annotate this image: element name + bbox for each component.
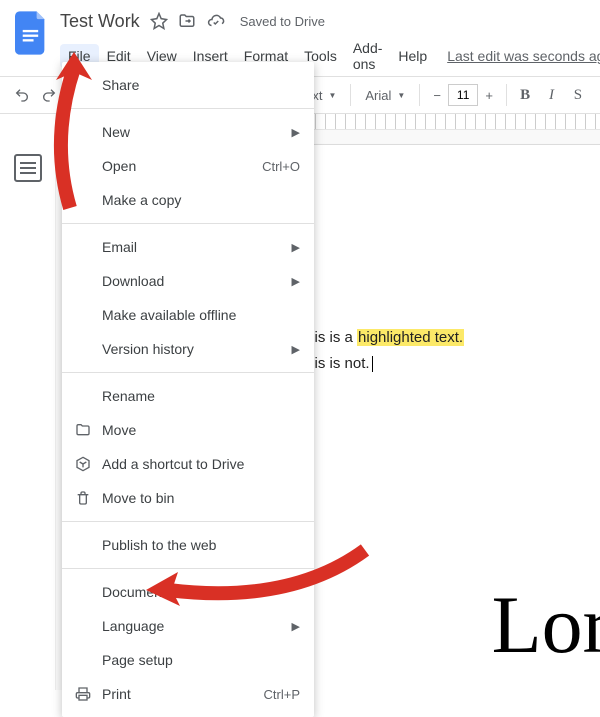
shortcut-icon — [74, 455, 92, 473]
menu-share[interactable]: Share — [62, 68, 314, 102]
font-size-input[interactable] — [448, 84, 478, 106]
separator — [62, 108, 314, 109]
cloud-saved-icon[interactable] — [206, 12, 226, 30]
docs-logo[interactable] — [12, 8, 52, 58]
menu-page-setup[interactable]: Page setup — [62, 643, 314, 677]
chevron-right-icon: ▶ — [292, 275, 300, 288]
menu-print[interactable]: PrintCtrl+P — [62, 677, 314, 711]
menu-move-to-bin[interactable]: Move to bin — [62, 481, 314, 515]
move-icon — [74, 421, 92, 439]
font-select[interactable]: Arial ▼ — [357, 88, 413, 103]
menu-add-shortcut[interactable]: Add a shortcut to Drive — [62, 447, 314, 481]
chevron-right-icon: ▶ — [292, 620, 300, 633]
move-folder-icon[interactable] — [178, 12, 196, 30]
watermark-text: Lor — [492, 584, 600, 666]
left-rail — [0, 114, 56, 690]
font-label: Arial — [365, 88, 391, 103]
text-cursor — [372, 356, 373, 372]
saved-status: Saved to Drive — [240, 14, 325, 29]
doc-title[interactable]: Test Work — [60, 11, 140, 32]
strike-button[interactable]: S — [566, 81, 590, 109]
trash-icon — [74, 489, 92, 507]
separator — [419, 84, 420, 106]
menu-move[interactable]: Move — [62, 413, 314, 447]
chevron-down-icon: ▼ — [397, 91, 405, 100]
chevron-down-icon: ▼ — [329, 91, 337, 100]
font-size-decrease[interactable]: − — [426, 84, 448, 106]
menu-rename[interactable]: Rename — [62, 379, 314, 413]
menu-version-history[interactable]: Version history▶ — [62, 332, 314, 366]
menu-publish[interactable]: Publish to the web — [62, 528, 314, 562]
doc-line-1[interactable]: This is a highlighted text. — [297, 325, 600, 351]
menu-details[interactable]: Document details — [62, 575, 314, 609]
separator — [62, 372, 314, 373]
separator — [350, 84, 351, 106]
menu-offline[interactable]: Make available offline — [62, 298, 314, 332]
separator — [62, 568, 314, 569]
separator — [62, 521, 314, 522]
bold-button[interactable]: B — [513, 81, 537, 109]
menu-help[interactable]: Help — [390, 44, 435, 68]
menu-download[interactable]: Download▶ — [62, 264, 314, 298]
menu-email[interactable]: Email▶ — [62, 230, 314, 264]
chevron-right-icon: ▶ — [292, 343, 300, 356]
star-icon[interactable] — [150, 12, 168, 30]
doc-line-2[interactable]: This is not. — [297, 351, 600, 377]
menu-addons[interactable]: Add-ons — [345, 36, 391, 76]
menu-new[interactable]: New▶ — [62, 115, 314, 149]
chevron-right-icon: ▶ — [292, 241, 300, 254]
font-size-increase[interactable]: + — [478, 84, 500, 106]
menu-make-copy[interactable]: Make a copy — [62, 183, 314, 217]
undo-button[interactable] — [10, 81, 34, 109]
separator — [506, 84, 507, 106]
italic-button[interactable]: I — [539, 81, 563, 109]
shortcut-text: Ctrl+O — [262, 159, 300, 174]
outline-icon[interactable] — [14, 154, 42, 182]
file-menu-dropdown: Share New▶ OpenCtrl+O Make a copy Email▶… — [62, 62, 314, 717]
chevron-right-icon: ▶ — [292, 126, 300, 139]
shortcut-text: Ctrl+P — [264, 687, 300, 702]
redo-button[interactable] — [36, 81, 60, 109]
print-icon — [74, 685, 92, 703]
last-edit-link[interactable]: Last edit was seconds age — [447, 48, 600, 64]
highlighted-text: highlighted text. — [357, 329, 464, 346]
menu-language[interactable]: Language▶ — [62, 609, 314, 643]
menu-open[interactable]: OpenCtrl+O — [62, 149, 314, 183]
separator — [62, 223, 314, 224]
